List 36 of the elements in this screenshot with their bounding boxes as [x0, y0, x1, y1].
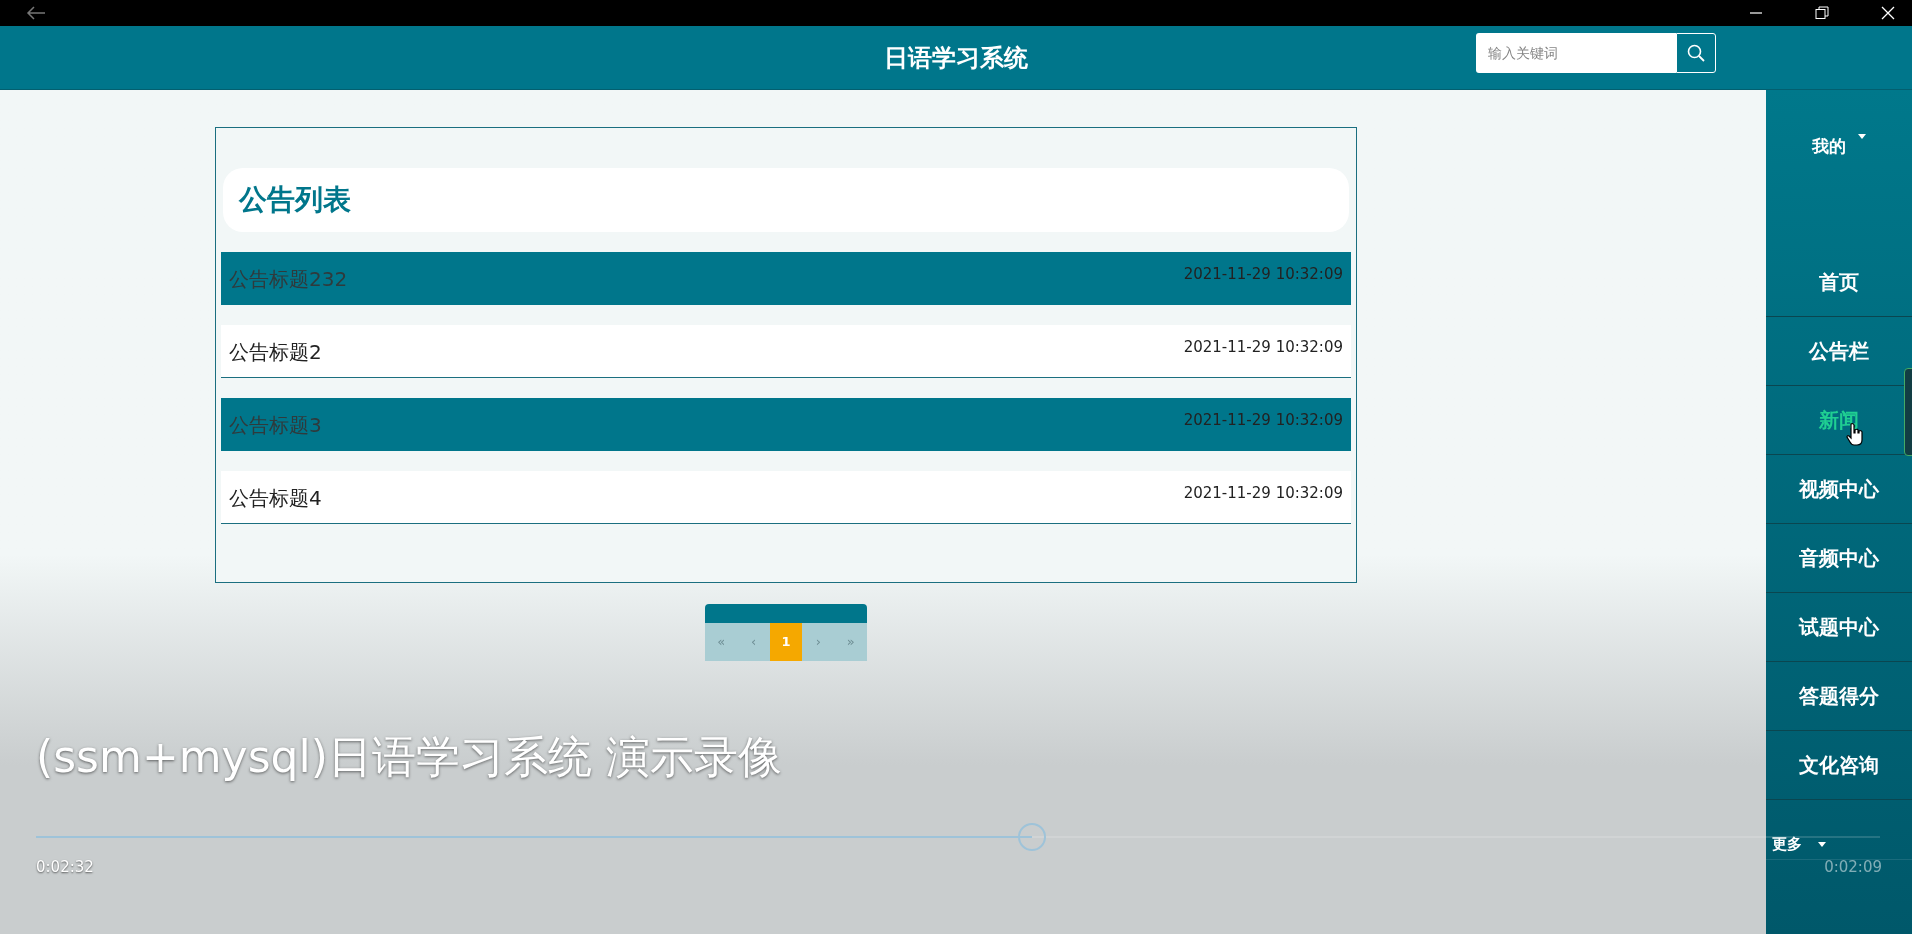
progress-thumb[interactable] [1017, 823, 1046, 851]
notice-title: 公告标题2 [229, 339, 322, 366]
notice-date: 2021-11-29 10:32:09 [1183, 264, 1343, 285]
nav-link[interactable]: 文化咨询 [1799, 750, 1879, 780]
search-icon [1686, 43, 1706, 63]
menu-dropdown[interactable]: 更多 [1772, 833, 1802, 856]
search-field[interactable]: 输入关键词 [1476, 33, 1676, 73]
caret-icon [1818, 842, 1826, 847]
nav-link[interactable]: 视频中心 [1799, 474, 1879, 504]
back-arrow-icon[interactable] [26, 5, 46, 21]
close-icon[interactable] [1880, 5, 1896, 21]
nav-link[interactable]: 公告栏 [1809, 336, 1869, 366]
notice-row[interactable]: 公告标题232 2021-11-29 10:32:09 [221, 252, 1351, 305]
notice-date: 2021-11-29 10:32:09 [1183, 337, 1343, 358]
menu-dropdown[interactable]: 我的 [1812, 134, 1846, 160]
nav-link[interactable]: 音频中心 [1799, 543, 1879, 573]
progress-track[interactable] [36, 823, 1880, 851]
notice-title: 公告标题3 [229, 412, 322, 439]
remaining-time: 0:02:09 [1824, 857, 1882, 878]
elapsed-time: 0:02:32 [36, 857, 94, 878]
site-title: 日语学习系统 [884, 42, 1028, 74]
notice-date: 2021-11-29 10:32:09 [1183, 410, 1343, 431]
notice-title: 公告标题232 [229, 266, 348, 293]
search-button[interactable] [1676, 33, 1716, 73]
notice-row[interactable]: 公告标题4 2021-11-29 10:32:09 [221, 471, 1351, 524]
notice-row[interactable]: 公告标题3 2021-11-29 10:32:09 [221, 398, 1351, 451]
caret-icon [1858, 134, 1866, 139]
nav-link[interactable]: 答题得分 [1799, 681, 1879, 711]
restore-icon[interactable] [1814, 5, 1830, 21]
notice-list-heading: 公告列表 [239, 182, 351, 218]
notice-title: 公告标题4 [229, 485, 322, 512]
notice-row[interactable]: 公告标题2 2021-11-29 10:32:09 [221, 325, 1351, 378]
notice-date: 2021-11-29 10:32:09 [1183, 483, 1343, 504]
nav-link[interactable]: 试题中心 [1799, 612, 1879, 642]
video-caption: (ssm+mysql)日语学习系统 演示录像 [36, 730, 782, 784]
nav-link[interactable]: 首页 [1819, 267, 1859, 297]
